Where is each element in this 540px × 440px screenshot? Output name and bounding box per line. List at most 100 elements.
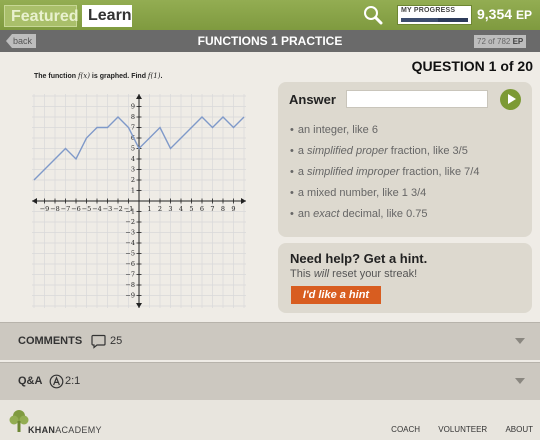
x-tick-label: −7 (61, 205, 71, 213)
warning-text: reset your streak! (329, 268, 418, 280)
x-tick-label: −3 (103, 205, 113, 213)
search-icon[interactable] (362, 4, 384, 26)
problem-statement: The function f(x) is graphed. Find f(1). (34, 72, 162, 80)
x-tick-label: 3 (168, 205, 172, 213)
answer-format-item: a simplified improper fraction, like 7/4 (290, 166, 480, 187)
logo-strong: KHAN (28, 425, 56, 435)
y-tick-label: −7 (125, 271, 135, 279)
top-bar: Featured Learn MY PROGRESS 9,354 EP (0, 0, 540, 30)
tab-featured[interactable]: Featured (4, 5, 79, 27)
format-emphasis: simplified improper (307, 166, 400, 178)
hint-warning: This will reset your streak! (290, 268, 417, 280)
y-tick-label: −5 (125, 250, 135, 258)
format-text: fraction, like 7/4 (399, 166, 480, 178)
format-text: fraction, like 3/5 (387, 145, 468, 157)
x-tick-label: 4 (179, 205, 183, 213)
back-button[interactable]: back (6, 34, 36, 48)
tab-learn[interactable]: Learn (82, 5, 132, 27)
format-text: an (297, 208, 314, 220)
qa-section[interactable]: Q&A 2:1 (0, 362, 540, 400)
comments-section[interactable]: COMMENTS 25 (0, 322, 540, 360)
comment-bubble-icon (91, 334, 106, 349)
qa-icon (49, 374, 64, 389)
y-tick-label: 9 (131, 103, 135, 111)
answer-format-list: an integer, like 6 a simplified proper fr… (290, 124, 480, 229)
y-tick-label: −8 (125, 281, 135, 289)
y-tick-label: 7 (131, 124, 135, 132)
y-tick-label: −3 (125, 229, 135, 237)
progress-fill (401, 18, 438, 22)
progress-box[interactable]: MY PROGRESS (397, 5, 472, 25)
format-text: decimal, like 0.75 (339, 208, 428, 220)
page-title: FUNCTIONS 1 PRACTICE (197, 34, 343, 48)
y-tick-label: 1 (131, 187, 135, 195)
function-name: f(x) (77, 72, 90, 80)
x-tick-label: −4 (92, 205, 102, 213)
hint-title: Need help? Get a hint. (290, 251, 428, 266)
energy-points: 9,354 EP (477, 6, 532, 22)
y-tick-label: 4 (131, 155, 135, 163)
x-tick-label: −2 (113, 205, 123, 213)
answer-format-item: a mixed number, like 1 3/4 (290, 187, 479, 208)
logo-text[interactable]: KHANACADEMY (28, 425, 102, 435)
x-tick-label: −8 (50, 205, 60, 213)
answer-format-item: a simplified proper fraction, like 3/5 (290, 145, 479, 166)
khan-tree-icon[interactable] (9, 408, 29, 434)
function-graph: −9 −8 −7 −6 −5 −4 −3 −2 −1 1 2 3 4 5 6 7 8 9987654321−1−2… (32, 94, 246, 308)
exercise-ep-counter: 72 of 782 EP (474, 35, 527, 48)
x-tick-label: 2 (158, 205, 162, 213)
footer: KHANACADEMY COACH VOLUNTEER ABOUT (0, 400, 540, 440)
footer-link-volunteer[interactable]: VOLUNTEER (438, 425, 487, 434)
y-tick-label: −4 (125, 239, 135, 247)
x-tick-label: 8 (221, 205, 225, 213)
question-title: QUESTION 1 of 20 (411, 58, 533, 74)
answer-label: Answer (289, 92, 336, 107)
y-tick-label: −1 (125, 208, 135, 216)
x-tick-label: 1 (147, 205, 151, 213)
counter-of: of 782 (485, 37, 513, 46)
format-text: a mixed number, like 1 3/4 (297, 187, 427, 199)
x-tick-label: 9 (231, 205, 235, 213)
y-tick-label: −2 (125, 218, 135, 226)
chevron-down-icon (515, 378, 525, 384)
warning-emphasis: will (313, 268, 330, 280)
y-tick-label: −9 (125, 292, 135, 300)
problem-text: The function (34, 73, 78, 80)
exercise-header: FUNCTIONS 1 PRACTICE back 72 of 782 EP (0, 30, 540, 52)
warning-text: This (290, 268, 314, 280)
qa-label: Q&A (18, 375, 43, 387)
x-tick-label: 5 (189, 205, 193, 213)
x-tick-label: −5 (82, 205, 92, 213)
chevron-down-icon (515, 338, 525, 344)
answer-panel: Answer an integer, like 6 a simplified pr… (278, 82, 532, 237)
qa-count: 2:1 (65, 375, 81, 387)
comments-label: COMMENTS (18, 335, 83, 347)
y-tick-label: 5 (131, 145, 135, 153)
format-text: a (297, 145, 308, 157)
y-tick-label: −6 (125, 260, 135, 268)
logo-rest: ACADEMY (55, 425, 102, 435)
comments-count: 25 (110, 335, 123, 347)
ep-unit: EP (515, 8, 532, 22)
counter-current: 72 (477, 37, 486, 46)
y-tick-label: 3 (131, 166, 135, 174)
answer-format-item: an integer, like 6 (290, 124, 479, 145)
answer-input[interactable] (346, 90, 488, 108)
x-tick-label: 6 (200, 205, 204, 213)
x-tick-label: 7 (210, 205, 214, 213)
format-text: a (297, 166, 308, 178)
submit-answer-button[interactable] (500, 89, 521, 110)
target-expression: f(1) (147, 72, 161, 80)
x-tick-label: −9 (40, 205, 50, 213)
progress-bar (401, 18, 468, 22)
y-tick-label: 8 (131, 113, 135, 121)
problem-text: is graphed. Find (89, 73, 148, 80)
footer-link-coach[interactable]: COACH (391, 425, 420, 434)
progress-label: MY PROGRESS (401, 7, 456, 14)
ep-value: 9,354 (477, 6, 513, 22)
get-hint-button[interactable]: I'd like a hint (291, 286, 381, 304)
y-tick-label: 2 (131, 176, 135, 184)
footer-link-about[interactable]: ABOUT (505, 425, 533, 434)
format-emphasis: simplified proper (307, 145, 388, 157)
problem-text: . (160, 73, 163, 80)
